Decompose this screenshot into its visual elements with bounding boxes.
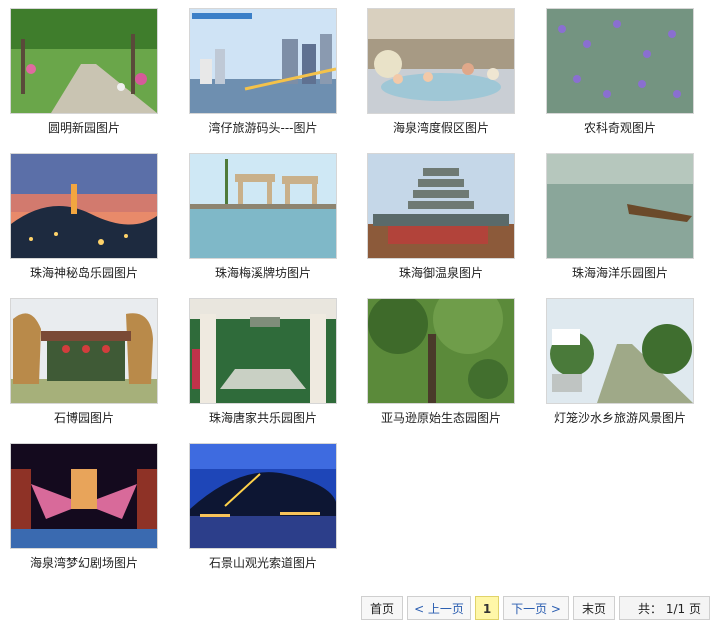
gallery-item-caption[interactable]: 圆明新园图片 <box>10 120 158 136</box>
gallery-item[interactable]: 石博园图片 <box>10 298 158 426</box>
thumbnail-night-hill[interactable] <box>189 443 337 549</box>
gallery-item-caption[interactable]: 亚马逊原始生态园图片 <box>367 410 515 426</box>
gallery-item-caption[interactable]: 珠海唐家共乐园图片 <box>189 410 337 426</box>
gallery-item-caption[interactable]: 石景山观光索道图片 <box>189 555 337 571</box>
thumbnail-sea[interactable] <box>546 153 694 259</box>
gallery-item[interactable]: 灯笼沙水乡旅游风景图片 <box>546 298 694 426</box>
gallery-item-caption[interactable]: 海泉湾梦幻剧场图片 <box>10 555 158 571</box>
gallery-item[interactable]: 海泉湾度假区图片 <box>367 8 515 136</box>
gallery-item[interactable]: 圆明新园图片 <box>10 8 158 136</box>
pagination-current-page[interactable]: 1 <box>475 596 499 620</box>
gallery-item-caption[interactable]: 珠海海洋乐园图片 <box>546 265 694 281</box>
gallery-item[interactable]: 湾仔旅游码头---图片 <box>189 8 337 136</box>
thumbnail-archway[interactable] <box>189 153 337 259</box>
thumbnail-hot-spring[interactable] <box>367 8 515 114</box>
pagination: 首页 < 上一页 1 下一页 > 末页 共： 1/1 页 <box>0 596 712 622</box>
thumbnail-pagoda[interactable] <box>367 153 515 259</box>
gallery-item[interactable]: 亚马逊原始生态园图片 <box>367 298 515 426</box>
gallery-item[interactable]: 珠海梅溪牌坊图片 <box>189 153 337 281</box>
gallery-item-caption[interactable]: 珠海御温泉图片 <box>367 265 515 281</box>
thumbnail-canal[interactable] <box>546 298 694 404</box>
gallery-item-caption[interactable]: 灯笼沙水乡旅游风景图片 <box>546 410 694 426</box>
thumbnail-gate[interactable] <box>189 298 337 404</box>
pagination-total-info: 共： 1/1 页 <box>619 596 710 620</box>
gallery-item[interactable]: 珠海神秘岛乐园图片 <box>10 153 158 281</box>
gallery-item-caption[interactable]: 石博园图片 <box>10 410 158 426</box>
gallery-item-caption[interactable]: 农科奇观图片 <box>546 120 694 136</box>
thumbnail-lavender[interactable] <box>546 8 694 114</box>
gallery-item[interactable]: 珠海海洋乐园图片 <box>546 153 694 281</box>
thumbnail-forest[interactable] <box>367 298 515 404</box>
gallery-item[interactable]: 海泉湾梦幻剧场图片 <box>10 443 158 571</box>
pagination-first-button[interactable]: 首页 <box>361 596 403 620</box>
gallery-item[interactable]: 石景山观光索道图片 <box>189 443 337 571</box>
gallery-item-caption[interactable]: 珠海梅溪牌坊图片 <box>189 265 337 281</box>
pagination-next-button[interactable]: 下一页 > <box>503 596 569 620</box>
gallery-item-caption[interactable]: 湾仔旅游码头---图片 <box>189 120 337 136</box>
pagination-last-button[interactable]: 末页 <box>573 596 615 620</box>
pagination-prev-button[interactable]: < 上一页 <box>407 596 471 620</box>
gallery-item[interactable]: 珠海唐家共乐园图片 <box>189 298 337 426</box>
gallery-item[interactable]: 农科奇观图片 <box>546 8 694 136</box>
image-gallery: 圆明新园图片 湾仔旅游码头---图片 海泉湾度假区图片 农科奇观图片 珠海神秘岛… <box>0 0 712 580</box>
gallery-item-caption[interactable]: 珠海神秘岛乐园图片 <box>10 265 158 281</box>
thumbnail-night-island[interactable] <box>10 153 158 259</box>
thumbnail-park-path[interactable] <box>10 8 158 114</box>
gallery-item[interactable]: 珠海御温泉图片 <box>367 153 515 281</box>
thumbnail-stone-garden[interactable] <box>10 298 158 404</box>
thumbnail-theater[interactable] <box>10 443 158 549</box>
gallery-item-caption[interactable]: 海泉湾度假区图片 <box>367 120 515 136</box>
thumbnail-harbor-city[interactable] <box>189 8 337 114</box>
